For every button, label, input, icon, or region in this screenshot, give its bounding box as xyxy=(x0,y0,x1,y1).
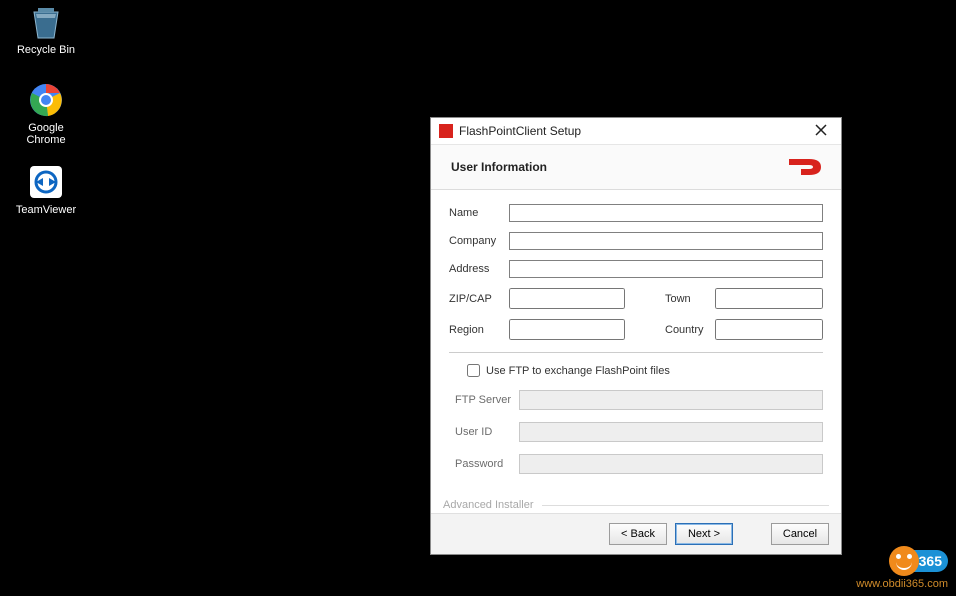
desktop-icon-google-chrome[interactable]: Google Chrome xyxy=(8,82,84,146)
zip-label: ZIP/CAP xyxy=(449,293,509,305)
address-input[interactable] xyxy=(509,260,823,278)
header-title: User Information xyxy=(451,160,547,174)
chrome-icon xyxy=(28,82,64,118)
name-input[interactable] xyxy=(509,204,823,222)
zip-input[interactable] xyxy=(509,288,625,309)
ftp-server-label: FTP Server xyxy=(455,394,519,406)
ftp-password-input xyxy=(519,454,823,474)
dialog-content: Name Company Address ZIP/CAP Town Region… xyxy=(431,190,841,499)
app-badge-icon xyxy=(439,124,453,138)
close-icon xyxy=(815,124,827,136)
ftp-password-label: Password xyxy=(455,458,519,470)
dialog-footer: < Back Next > Cancel xyxy=(431,513,841,554)
recycle-bin-icon xyxy=(28,4,64,40)
cancel-button[interactable]: Cancel xyxy=(771,523,829,545)
teamviewer-icon xyxy=(28,164,64,200)
town-label: Town xyxy=(665,293,715,305)
watermark-logo-icon: 365 xyxy=(889,546,948,576)
setup-dialog: FlashPointClient Setup User Information … xyxy=(430,117,842,555)
ftp-userid-input xyxy=(519,422,823,442)
use-ftp-checkbox[interactable] xyxy=(467,364,480,377)
ftp-userid-label: User ID xyxy=(455,426,519,438)
close-button[interactable] xyxy=(807,121,835,141)
name-label: Name xyxy=(449,207,509,219)
country-input[interactable] xyxy=(715,319,823,340)
region-label: Region xyxy=(449,324,509,336)
watermark-url: www.obdii365.com xyxy=(856,578,948,590)
next-button[interactable]: Next > xyxy=(675,523,733,545)
desktop-icon-recycle-bin[interactable]: Recycle Bin xyxy=(8,4,84,56)
divider xyxy=(449,352,823,353)
ftp-server-input xyxy=(519,390,823,410)
use-ftp-label: Use FTP to exchange FlashPoint files xyxy=(486,365,670,377)
desktop-icon-teamviewer[interactable]: TeamViewer xyxy=(8,164,84,216)
back-button[interactable]: < Back xyxy=(609,523,667,545)
desktop-icon-label: Google Chrome xyxy=(8,122,84,146)
country-label: Country xyxy=(665,324,715,336)
desktop-icon-label: Recycle Bin xyxy=(8,44,84,56)
region-input[interactable] xyxy=(509,319,625,340)
town-input[interactable] xyxy=(715,288,823,309)
company-input[interactable] xyxy=(509,232,823,250)
watermark: 365 www.obdii365.com xyxy=(856,546,948,590)
desktop-icon-label: TeamViewer xyxy=(8,204,84,216)
advanced-installer-label: Advanced Installer xyxy=(431,499,841,513)
titlebar: FlashPointClient Setup xyxy=(431,118,841,145)
address-label: Address xyxy=(449,263,509,275)
brand-logo-icon xyxy=(787,155,827,179)
company-label: Company xyxy=(449,235,509,247)
window-title: FlashPointClient Setup xyxy=(459,124,807,138)
dialog-header: User Information xyxy=(431,145,841,190)
